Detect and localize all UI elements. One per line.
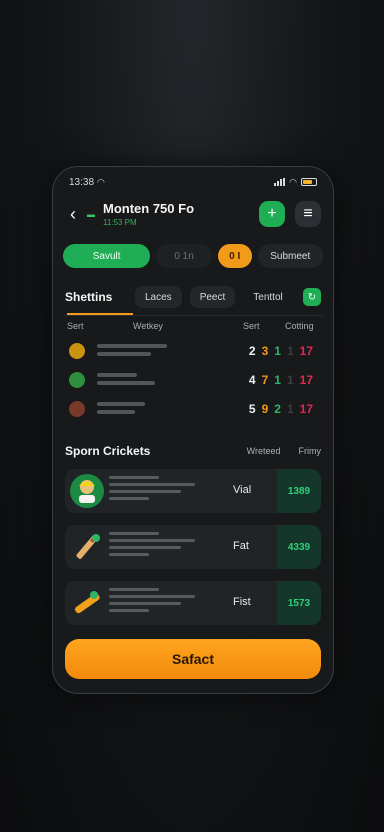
cricket-card[interactable]: Vial 1389 — [65, 469, 321, 513]
card-text-blurred — [109, 588, 199, 616]
cricket-bat-icon — [67, 527, 107, 567]
column-header: Sert — [67, 321, 84, 331]
column-header: Sert — [243, 321, 260, 331]
table-row[interactable]: 2 3 1 1 17 — [65, 339, 321, 368]
phone-screen: 13:38 ◠ ◠ ‹ ▬ Monten 750 Fo 11:53 PM + ≡… — [52, 166, 334, 694]
pill-badge[interactable]: 0 I — [217, 244, 252, 268]
plus-icon: + — [267, 205, 277, 222]
team-info-blurred — [97, 373, 167, 389]
section-column[interactable]: Wreteed — [247, 446, 281, 456]
tab-settings[interactable]: Shettins — [65, 290, 127, 304]
stat-value: 1 — [274, 373, 281, 387]
stat-value: 3 — [261, 344, 269, 358]
cricket-card[interactable]: Fist 1573 — [65, 581, 321, 625]
chevron-left-icon[interactable]: ‹ — [65, 204, 81, 224]
flag-icon: ▬ — [87, 209, 95, 219]
stat-value: 7 — [261, 373, 269, 387]
card-label: Fist — [233, 596, 251, 608]
stat-value: 2 — [274, 402, 281, 416]
menu-button[interactable]: ≡ — [295, 201, 321, 227]
page-title: Monten 750 Fo — [103, 201, 195, 216]
filter-pills: Savult 0 1n 0 I Submeet — [63, 243, 323, 269]
section-header: Sporn Crickets Wreteed Frimy — [65, 443, 321, 459]
card-value: 4339 — [277, 525, 321, 569]
stat-value: 1 — [286, 344, 294, 358]
primary-action-button[interactable]: Safact — [65, 639, 321, 679]
team-badge-icon — [69, 343, 85, 359]
menu-icon: ≡ — [303, 205, 313, 222]
card-text-blurred — [109, 476, 199, 504]
card-text-blurred — [109, 532, 199, 560]
status-time: 13:38 — [69, 176, 95, 188]
stat-value: 9 — [261, 402, 269, 416]
team-badge-icon — [69, 372, 85, 388]
divider — [63, 315, 323, 316]
signal-icon — [274, 178, 286, 186]
table-row[interactable]: 5 9 2 1 17 — [65, 397, 321, 426]
page-subtitle: 11:53 PM — [103, 218, 137, 227]
cricket-bat-ball-icon — [67, 583, 107, 623]
tab-tenttol[interactable]: Tenttol — [243, 286, 292, 308]
wifi-icon: ◠ — [289, 176, 297, 187]
team-badge-icon — [69, 401, 85, 417]
stat-value: 17 — [299, 344, 313, 358]
table-header: Sert Wetkey Sert Cotting — [67, 321, 317, 333]
stat-value: 17 — [299, 402, 313, 416]
tab-laces[interactable]: Laces — [135, 286, 182, 308]
header: ‹ ▬ Monten 750 Fo 11:53 PM + ≡ — [65, 197, 321, 231]
cricket-card[interactable]: Fat 4339 — [65, 525, 321, 569]
table-row[interactable]: 4 7 1 1 17 — [65, 368, 321, 397]
stat-value: 1 — [286, 373, 294, 387]
add-button[interactable]: + — [259, 201, 285, 227]
pill-submit[interactable]: Submeet — [257, 244, 323, 268]
refresh-icon[interactable]: ↻ — [303, 288, 321, 306]
stat-value: 5 — [248, 402, 256, 416]
card-label: Vial — [233, 484, 252, 496]
card-value: 1389 — [277, 469, 321, 513]
cricket-player-icon — [67, 471, 107, 511]
section-column[interactable]: Frimy — [299, 446, 322, 456]
stat-value: 1 — [286, 402, 294, 416]
card-label: Fat — [233, 540, 249, 552]
standings-table: 2 3 1 1 17 4 7 1 1 17 5 9 2 1 17 — [65, 339, 321, 426]
team-info-blurred — [97, 402, 167, 418]
team-info-blurred — [97, 344, 167, 360]
stat-value: 1 — [274, 344, 281, 358]
pill-active[interactable]: Savult — [63, 244, 151, 268]
wifi-icon: ◠ — [97, 176, 105, 187]
stat-value: 4 — [248, 373, 256, 387]
column-header: Wetkey — [133, 321, 163, 331]
stat-value: 17 — [299, 373, 313, 387]
card-value: 1573 — [277, 581, 321, 625]
tab-row: Shettins Laces Peect Tenttol ↻ — [65, 285, 321, 309]
column-header: Cotting — [285, 321, 314, 331]
status-bar: 13:38 ◠ ◠ — [69, 175, 317, 189]
pill-ghost[interactable]: 0 1n — [156, 244, 212, 268]
tab-peect[interactable]: Peect — [189, 286, 236, 308]
stat-value: 2 — [248, 344, 256, 358]
section-title: Sporn Crickets — [65, 444, 151, 458]
battery-icon — [301, 178, 317, 186]
